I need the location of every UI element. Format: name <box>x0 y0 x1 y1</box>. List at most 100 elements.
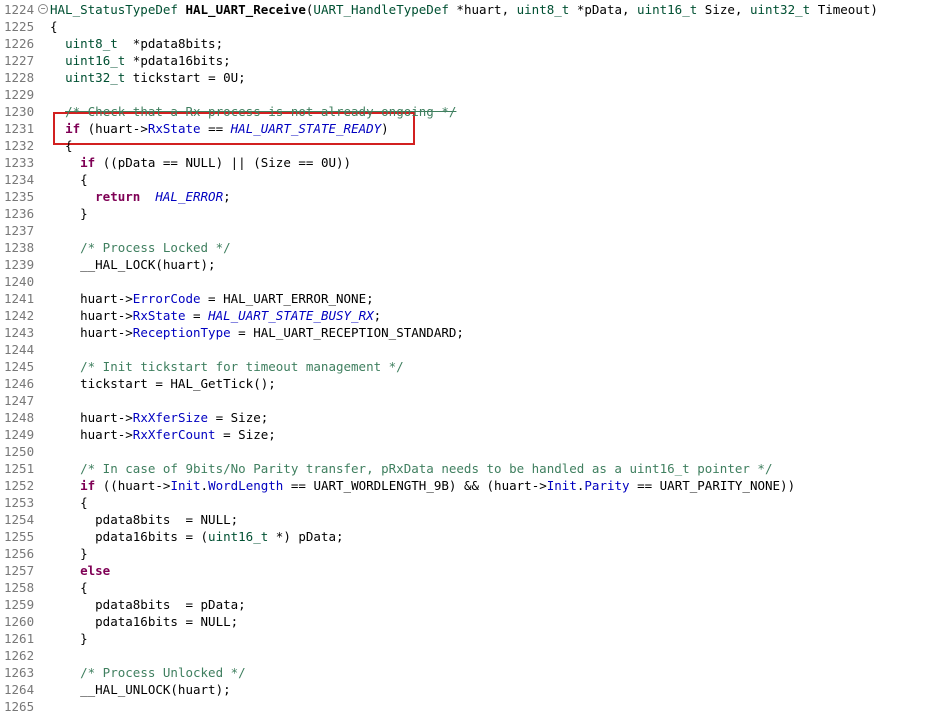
line-number: 1250 <box>4 444 35 459</box>
code-text: huart->ErrorCode = HAL_UART_ERROR_NONE; <box>50 290 374 307</box>
code-line[interactable]: 1264 __HAL_UNLOCK(huart); <box>0 681 934 698</box>
code-text: /* In case of 9bits/No Parity transfer, … <box>50 460 772 477</box>
code-token: ) <box>381 121 389 136</box>
code-line[interactable]: 1232 { <box>0 137 934 154</box>
code-line[interactable]: 1228 uint32_t tickstart = 0U; <box>0 69 934 86</box>
line-number: 1255 <box>4 529 35 544</box>
code-token: UART_HandleTypeDef <box>313 2 449 17</box>
code-line[interactable]: 1247 <box>0 392 934 409</box>
code-line[interactable]: 1262 <box>0 647 934 664</box>
code-line[interactable]: 1235 return HAL_ERROR; <box>0 188 934 205</box>
code-text: huart->ReceptionType = HAL_UART_RECEPTIO… <box>50 324 464 341</box>
code-line[interactable]: 1234 { <box>0 171 934 188</box>
code-token: huart-> <box>50 325 133 340</box>
code-line[interactable]: 1261 } <box>0 630 934 647</box>
line-number: 1237 <box>4 223 35 238</box>
code-token: uint8_t <box>516 2 570 17</box>
code-text: { <box>50 18 58 35</box>
line-number: 1265 <box>4 699 35 714</box>
code-line[interactable]: 1231 if (huart->RxState == HAL_UART_STAT… <box>0 120 934 137</box>
line-number: 1259 <box>4 597 35 612</box>
code-line[interactable]: 1257 else <box>0 562 934 579</box>
code-token: } <box>50 546 88 561</box>
line-number: 1227 <box>4 53 35 68</box>
code-line[interactable]: 1233 if ((pData == NULL) || (Size == 0U)… <box>0 154 934 171</box>
code-token: = Size; <box>215 427 276 442</box>
code-line[interactable]: 1251 /* In case of 9bits/No Parity trans… <box>0 460 934 477</box>
code-token: Parity <box>584 478 630 493</box>
line-number: 1245 <box>4 359 35 374</box>
line-number: 1260 <box>4 614 35 629</box>
code-line[interactable]: 1253 { <box>0 494 934 511</box>
line-number: 1262 <box>4 648 35 663</box>
code-line[interactable]: 1259 pdata8bits = pData; <box>0 596 934 613</box>
code-line[interactable]: 1241 huart->ErrorCode = HAL_UART_ERROR_N… <box>0 290 934 307</box>
code-token: = HAL_UART_RECEPTION_STANDARD; <box>230 325 464 340</box>
code-line[interactable]: 1263 /* Process Unlocked */ <box>0 664 934 681</box>
fold-collapse-icon[interactable]: − <box>38 4 48 14</box>
code-token: tickstart = HAL_GetTick(); <box>50 376 276 391</box>
code-text: } <box>50 630 88 647</box>
code-line[interactable]: 1260 pdata16bits = NULL; <box>0 613 934 630</box>
code-token: == UART_PARITY_NONE)) <box>629 478 796 493</box>
code-text: huart->RxState = HAL_UART_STATE_BUSY_RX; <box>50 307 381 324</box>
code-line[interactable]: 1246 tickstart = HAL_GetTick(); <box>0 375 934 392</box>
code-line[interactable]: 1252 if ((huart->Init.WordLength == UART… <box>0 477 934 494</box>
code-line[interactable]: 1229 <box>0 86 934 103</box>
code-line[interactable]: 1230 /* Check that a Rx process is not a… <box>0 103 934 120</box>
code-token: pdata16bits = ( <box>50 529 209 544</box>
code-text: if (huart->RxState == HAL_UART_STATE_REA… <box>50 120 389 137</box>
line-number: 1239 <box>4 257 35 272</box>
code-token: ((pData == NULL) || (Size == 0U)) <box>95 155 352 170</box>
code-token: == <box>200 121 231 136</box>
line-number: 1248 <box>4 410 35 425</box>
code-token: Size, <box>697 2 750 17</box>
code-line[interactable]: 1254 pdata8bits = NULL; <box>0 511 934 528</box>
code-line[interactable]: 1242 huart->RxState = HAL_UART_STATE_BUS… <box>0 307 934 324</box>
code-line[interactable]: 1238 /* Process Locked */ <box>0 239 934 256</box>
code-token: RxState <box>147 121 201 136</box>
code-token: /* Check that a Rx process is not alread… <box>65 104 457 119</box>
code-text: uint8_t *pdata8bits; <box>50 35 223 52</box>
code-text: { <box>50 137 73 154</box>
code-token: uint16_t <box>65 53 126 68</box>
code-token: = <box>185 308 209 323</box>
code-line[interactable]: 1227 uint16_t *pdata16bits; <box>0 52 934 69</box>
code-line[interactable]: 1240 <box>0 273 934 290</box>
code-token: *) pData; <box>268 529 344 544</box>
code-line[interactable]: 1265 <box>0 698 934 715</box>
code-line[interactable]: 1248 huart->RxXferSize = Size; <box>0 409 934 426</box>
code-text: } <box>50 205 88 222</box>
code-token: ; <box>223 189 231 204</box>
code-line[interactable]: 1225 { <box>0 18 934 35</box>
code-text: else <box>50 562 110 579</box>
code-editor[interactable]: 1224− HAL_StatusTypeDef HAL_UART_Receive(… <box>0 0 934 717</box>
code-line[interactable]: 1237 <box>0 222 934 239</box>
code-line[interactable]: 1245 /* Init tickstart for timeout manag… <box>0 358 934 375</box>
code-token: (huart-> <box>80 121 148 136</box>
line-number: 1236 <box>4 206 35 221</box>
code-line[interactable]: 1236 } <box>0 205 934 222</box>
code-text: if ((pData == NULL) || (Size == 0U)) <box>50 154 351 171</box>
code-line[interactable]: 1224− HAL_StatusTypeDef HAL_UART_Receive(… <box>0 1 934 18</box>
code-line[interactable]: 1244 <box>0 341 934 358</box>
code-token: else <box>80 563 111 578</box>
code-line[interactable]: 1256 } <box>0 545 934 562</box>
code-token: RxXferCount <box>132 427 216 442</box>
line-number: 1228 <box>4 70 35 85</box>
code-token: /* Init tickstart for timeout management… <box>80 359 404 374</box>
code-line[interactable]: 1255 pdata16bits = (uint16_t *) pData; <box>0 528 934 545</box>
code-token: { <box>50 580 88 595</box>
code-line[interactable]: 1249 huart->RxXferCount = Size; <box>0 426 934 443</box>
code-line[interactable]: 1239 __HAL_LOCK(huart); <box>0 256 934 273</box>
line-number: 1253 <box>4 495 35 510</box>
code-text: /* Check that a Rx process is not alread… <box>50 103 456 120</box>
code-line[interactable]: 1250 <box>0 443 934 460</box>
code-line[interactable]: 1226 uint8_t *pdata8bits; <box>0 35 934 52</box>
code-line[interactable]: 1243 huart->ReceptionType = HAL_UART_REC… <box>0 324 934 341</box>
code-line[interactable]: 1258 { <box>0 579 934 596</box>
